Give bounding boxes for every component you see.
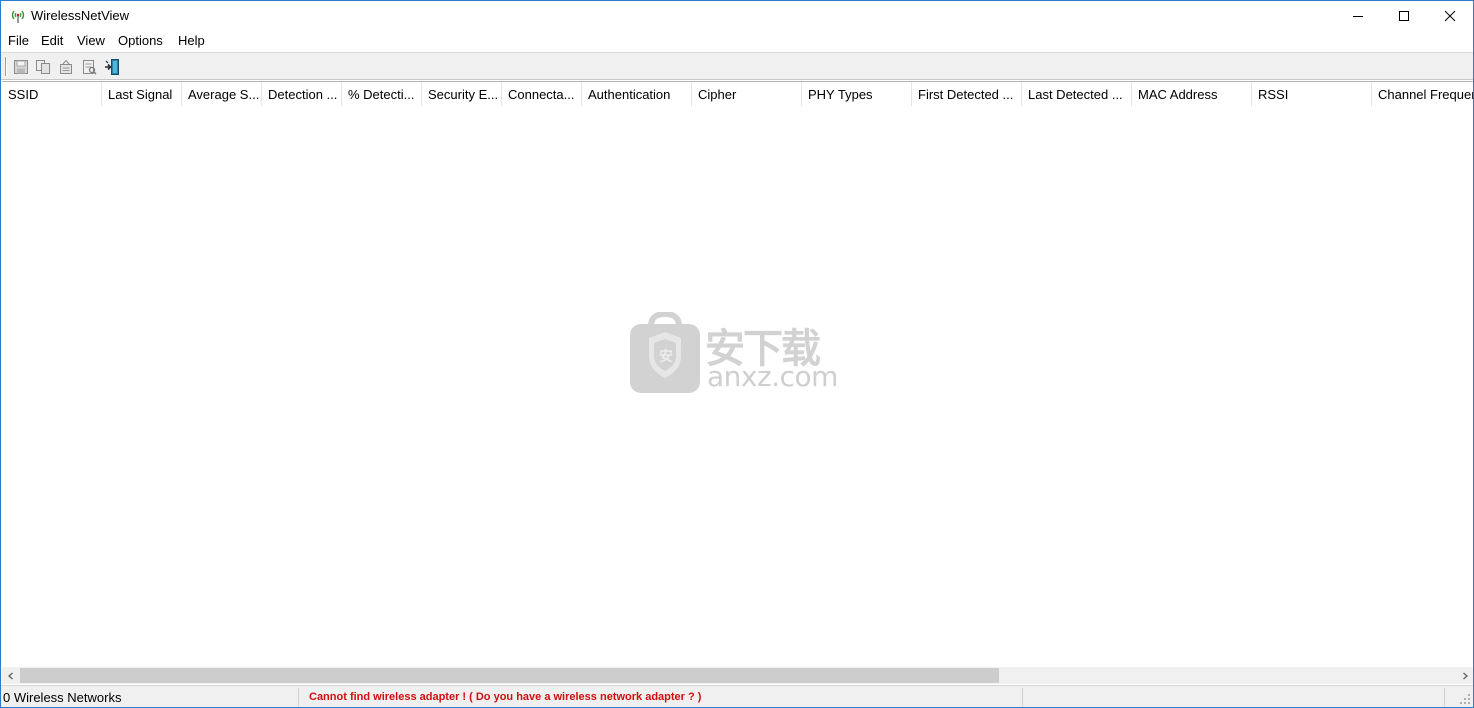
copy-icon (36, 59, 50, 74)
scroll-right-button[interactable] (1456, 667, 1473, 684)
svg-text:安: 安 (659, 348, 673, 365)
copy-button[interactable] (32, 56, 54, 77)
chevron-left-icon (7, 672, 13, 679)
column-cipher[interactable]: Cipher (692, 82, 802, 106)
column-last-detected[interactable]: Last Detected ... (1022, 82, 1132, 106)
maximize-button[interactable] (1381, 1, 1427, 31)
properties-button[interactable] (78, 56, 100, 77)
minimize-button[interactable] (1335, 1, 1381, 31)
scroll-thumb[interactable] (20, 668, 999, 683)
menu-view[interactable]: View (77, 33, 105, 48)
column-security-enabled[interactable]: Security E... (422, 82, 502, 106)
exit-button[interactable] (101, 56, 123, 77)
column-rssi[interactable]: RSSI (1252, 82, 1372, 106)
watermark-logo: 安 安下载 anxz.com (629, 310, 849, 396)
column-header: SSID Last Signal Average S... Detection … (2, 82, 1473, 106)
title-bar[interactable]: WirelessNetView (1, 1, 1473, 31)
maximize-icon (1399, 11, 1409, 21)
column-ssid[interactable]: SSID (2, 82, 102, 106)
column-authentication[interactable]: Authentication (582, 82, 692, 106)
save-button[interactable] (10, 56, 32, 77)
horizontal-scrollbar[interactable] (2, 667, 1473, 684)
html-report-icon (60, 59, 72, 74)
chevron-right-icon (1462, 672, 1468, 679)
close-button[interactable] (1427, 1, 1473, 31)
window-title: WirelessNetView (31, 8, 130, 23)
toolbar-grip (5, 57, 7, 76)
toolbar (1, 52, 1473, 80)
column-channel-frequency[interactable]: Channel Frequency (1372, 82, 1473, 106)
app-window: WirelessNetView File Edit View Options H… (0, 0, 1474, 708)
properties-icon (83, 59, 97, 74)
column-connectable[interactable]: Connecta... (502, 82, 582, 106)
status-bar: 0 Wireless Networks Cannot find wireless… (1, 685, 1473, 707)
wireless-antenna-icon (9, 7, 27, 25)
html-report-button[interactable] (55, 56, 77, 77)
menu-file[interactable]: File (8, 33, 29, 48)
save-icon (14, 59, 28, 74)
network-count-status: 0 Wireless Networks (1, 688, 299, 707)
column-first-detected[interactable]: First Detected ... (912, 82, 1022, 106)
adapter-error-status: Cannot find wireless adapter ! ( Do you … (301, 688, 1023, 707)
column-detection-count[interactable]: Detection ... (262, 82, 342, 106)
column-phy-types[interactable]: PHY Types (802, 82, 912, 106)
watermark-domain-text: anxz.com (707, 360, 838, 393)
exit-icon (105, 58, 119, 75)
column-detection-percent[interactable]: % Detecti... (342, 82, 422, 106)
column-average-signal[interactable]: Average S... (182, 82, 262, 106)
status-extra-pane (1025, 688, 1445, 707)
menu-bar: File Edit View Options Help (1, 31, 1473, 52)
column-last-signal[interactable]: Last Signal (102, 82, 182, 106)
column-mac-address[interactable]: MAC Address (1132, 82, 1252, 106)
networks-list[interactable]: SSID Last Signal Average S... Detection … (2, 81, 1473, 667)
menu-help[interactable]: Help (178, 33, 205, 48)
close-icon (1444, 10, 1456, 22)
menu-options[interactable]: Options (118, 33, 163, 48)
resize-grip-icon[interactable] (1459, 693, 1471, 705)
scroll-left-button[interactable] (2, 667, 19, 684)
menu-edit[interactable]: Edit (41, 33, 63, 48)
minimize-icon (1353, 16, 1363, 17)
